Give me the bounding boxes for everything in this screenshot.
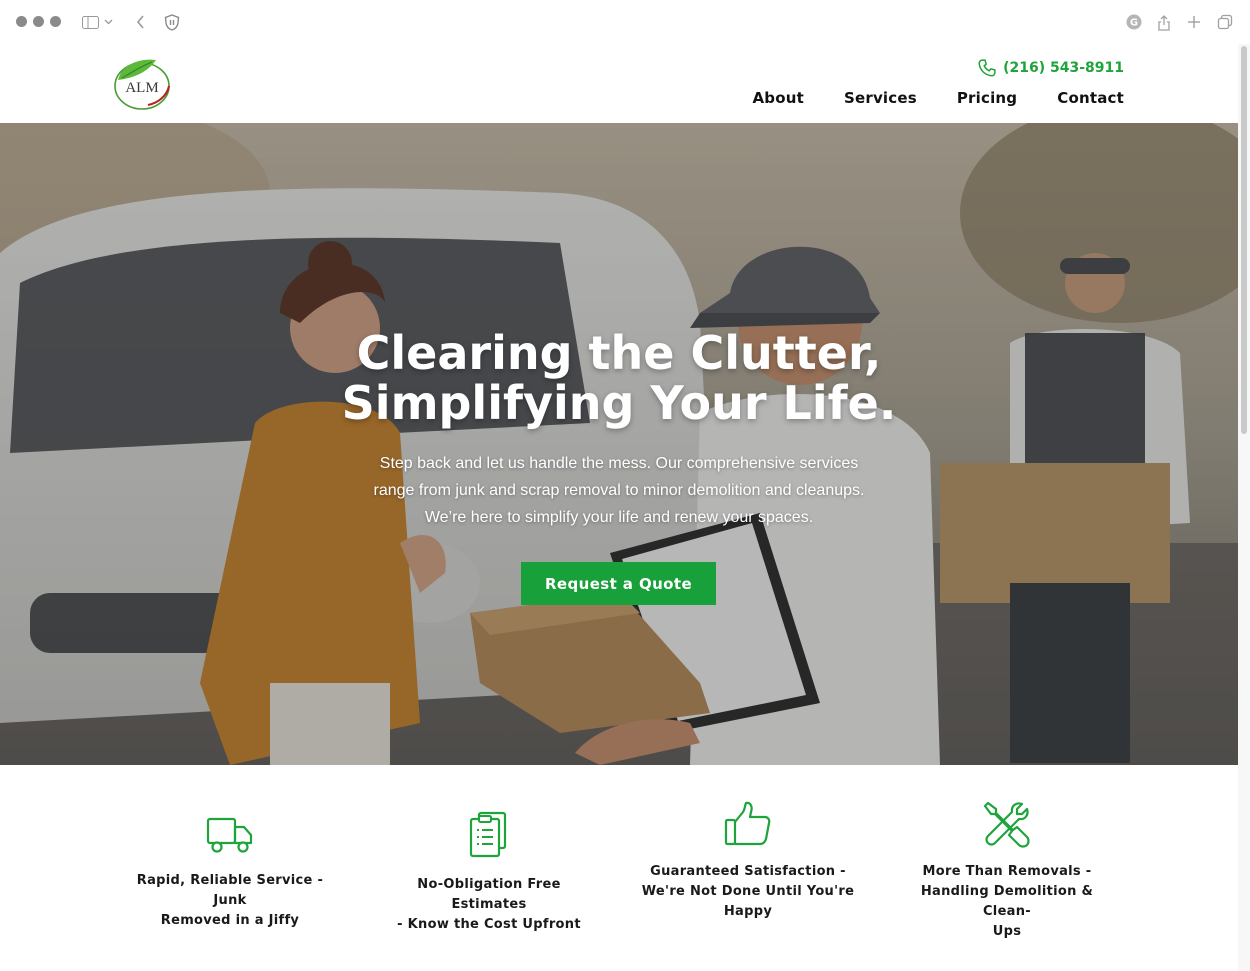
feature-label: - Know the Cost Upfront (397, 917, 581, 932)
truck-icon (206, 817, 253, 853)
thumbs-up-icon (724, 801, 771, 846)
feature-label: Handling Demolition & Clean- (920, 884, 1094, 919)
feature-label: No-Obligation Free Estimates (417, 877, 561, 912)
window-close-button[interactable] (16, 16, 27, 27)
scrollbar-thumb[interactable] (1241, 46, 1247, 434)
main-nav: About Services Pricing Contact (752, 89, 1124, 107)
logo-leaf-icon: ALM (114, 59, 170, 110)
feature-rapid-service: Rapid, Reliable Service - Junk Removed i… (120, 815, 340, 931)
feature-label: Removed in a Jiffy (160, 913, 300, 928)
feature-label: Guaranteed Satisfaction - (650, 864, 846, 879)
sidebar-icon[interactable] (79, 11, 101, 33)
chevron-down-icon[interactable] (101, 11, 115, 33)
hero-title-line: Simplifying Your Life. (341, 376, 897, 430)
nav-pricing[interactable]: Pricing (957, 89, 1017, 107)
phone-number: (216) 543-8911 (1003, 60, 1124, 76)
hero-title: Clearing the Clutter, Simplifying Your L… (0, 328, 1238, 428)
features-section: Rapid, Reliable Service - Junk Removed i… (0, 765, 1238, 971)
hero-overlay (0, 123, 1238, 765)
grammarly-icon[interactable]: G (1123, 11, 1145, 33)
feature-satisfaction: Guaranteed Satisfaction - We're Not Done… (638, 800, 858, 922)
shield-icon[interactable] (161, 11, 183, 33)
feature-label: Ups (992, 924, 1022, 939)
feature-label: Happy (723, 904, 773, 919)
site-logo[interactable]: ALM (112, 56, 172, 112)
tools-icon (983, 801, 1030, 848)
hero-subtitle-line: range from junk and scrap removal to min… (373, 482, 865, 499)
feature-label: More Than Removals - (922, 864, 1092, 879)
feature-label: We're Not Done Until You're (641, 884, 855, 899)
browser-toolbar: G (0, 0, 1250, 44)
hero-section: Clearing the Clutter, Simplifying Your L… (0, 123, 1238, 765)
window-minimize-button[interactable] (33, 16, 44, 27)
hero-subtitle-line: We’re here to simplify your life and ren… (424, 509, 814, 526)
new-tab-icon[interactable] (1183, 11, 1205, 33)
nav-services[interactable]: Services (844, 89, 917, 107)
hero-subtitle: Step back and let us handle the mess. Ou… (355, 450, 883, 531)
svg-text:G: G (1130, 18, 1138, 29)
tabs-overview-icon[interactable] (1214, 11, 1236, 33)
clipboard-icon (469, 811, 507, 858)
window-zoom-button[interactable] (50, 16, 61, 27)
feature-demolition: More Than Removals - Handling Demolition… (897, 800, 1117, 942)
hero-title-line: Clearing the Clutter, (356, 326, 882, 380)
back-icon[interactable] (129, 11, 151, 33)
nav-about[interactable]: About (752, 89, 804, 107)
nav-contact[interactable]: Contact (1057, 89, 1124, 107)
phone-icon (978, 59, 996, 77)
site-header: ALM (216) 543-8911 About Services Pricin… (0, 44, 1238, 123)
feature-label: Rapid, Reliable Service - Junk (136, 873, 324, 908)
svg-text:ALM: ALM (125, 80, 158, 96)
page-scrollbar[interactable] (1238, 44, 1250, 971)
request-quote-button[interactable]: Request a Quote (521, 562, 716, 605)
hero-subtitle-line: Step back and let us handle the mess. Ou… (379, 455, 859, 472)
feature-free-estimates: No-Obligation Free Estimates - Know the … (379, 810, 599, 935)
share-icon[interactable] (1153, 11, 1175, 33)
phone-link[interactable]: (216) 543-8911 (977, 58, 1124, 78)
